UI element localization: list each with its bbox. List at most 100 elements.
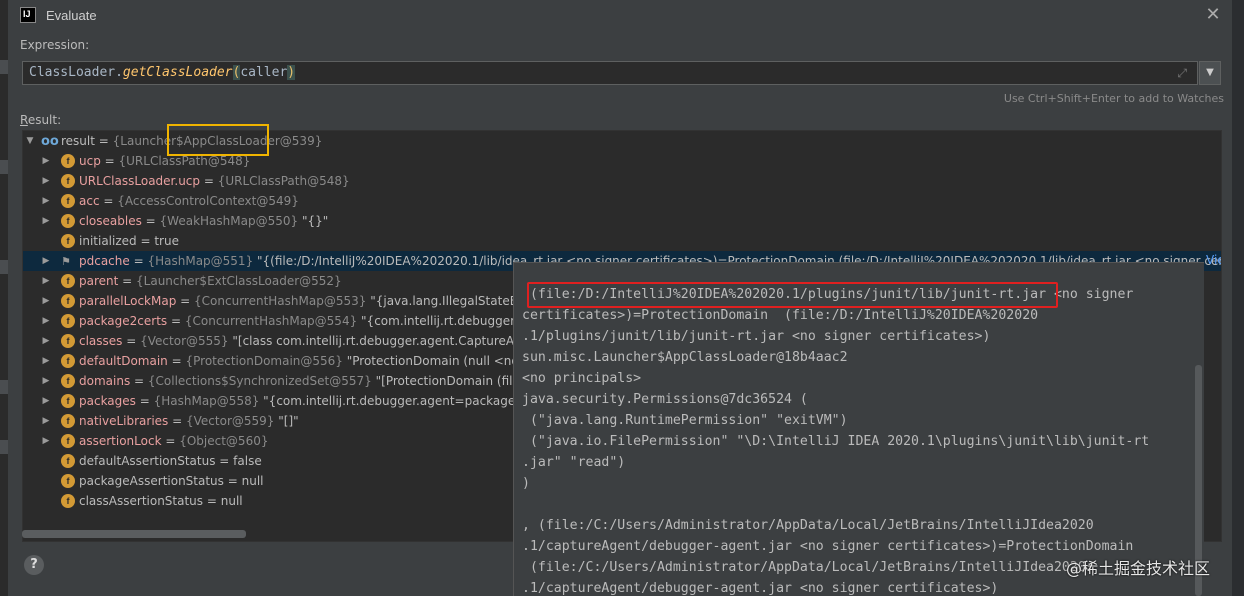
equals-sign: = bbox=[99, 194, 118, 208]
strip-mark bbox=[0, 60, 8, 74]
field-type-value: {Vector@555} bbox=[140, 334, 229, 348]
close-button[interactable]: ✕ bbox=[1202, 4, 1224, 26]
watermark: @稀土掘金技术社区 bbox=[1066, 559, 1211, 578]
background-ide-right-strip bbox=[1232, 0, 1244, 596]
tree-row-text: parent = {Launcher$ExtClassLoader@552} bbox=[79, 274, 342, 288]
field-name: domains bbox=[79, 374, 131, 388]
expand-arrow-icon[interactable]: ▶ bbox=[41, 196, 51, 206]
tree-row-text: assertionLock = {Object@560} bbox=[79, 434, 268, 448]
expression-text: ClassLoader.getClassLoader(caller) bbox=[29, 65, 296, 80]
expand-arrow-icon[interactable]: ▶ bbox=[41, 276, 51, 286]
tooltip-line: certificates>)=ProtectionDomain (file:/D… bbox=[522, 308, 1039, 323]
tree-row-text: defaultDomain = {ProtectionDomain@556} "… bbox=[79, 354, 532, 368]
tree-row-text: nativeLibraries = {Vector@559} "[]" bbox=[79, 414, 299, 428]
tree-row-text: defaultAssertionStatus = false bbox=[79, 454, 262, 468]
equals-sign: = bbox=[200, 174, 218, 188]
field-icon: f bbox=[61, 334, 75, 348]
result-label: Result: bbox=[20, 113, 62, 127]
equals-sign: = bbox=[167, 314, 185, 328]
equals-sign: = bbox=[118, 274, 137, 288]
field-icon: f bbox=[61, 354, 75, 368]
tooltip-line: <no principals> bbox=[522, 371, 642, 386]
field-name: package2certs bbox=[79, 314, 168, 328]
expand-arrow-icon[interactable]: ▶ bbox=[41, 156, 51, 166]
table-row[interactable]: ▶ f acc = {AccessControlContext@549} bbox=[23, 191, 1221, 211]
field-type-value: {WeakHashMap@550} bbox=[159, 214, 299, 228]
field-icon: f bbox=[61, 394, 75, 408]
expand-arrow-icon[interactable]: ▶ bbox=[41, 376, 51, 386]
expression-input[interactable]: ClassLoader.getClassLoader(caller) ⤢ bbox=[22, 61, 1198, 85]
field-type-value: {HashMap@558} bbox=[153, 394, 260, 408]
equals-sign: = bbox=[136, 234, 155, 248]
field-name: closeables bbox=[79, 214, 142, 228]
equals-sign: = bbox=[135, 394, 154, 408]
field-name: packageAssertionStatus bbox=[79, 474, 224, 488]
equals-sign: = bbox=[215, 454, 234, 468]
equals-sign: = bbox=[203, 494, 221, 508]
field-string-value: false bbox=[233, 454, 262, 468]
help-button[interactable]: ? bbox=[24, 555, 44, 575]
field-name: classes bbox=[79, 334, 123, 348]
field-type-value: {URLClassPath@548} bbox=[118, 154, 251, 168]
field-icon: f bbox=[61, 314, 75, 328]
expand-arrow-icon[interactable]: ▶ bbox=[41, 336, 51, 346]
tooltip-line: , (file:/C:/Users/Administrator/AppData/… bbox=[522, 518, 1094, 533]
field-string-value: null bbox=[220, 494, 243, 508]
add-to-watches-hint: Use Ctrl+Shift+Enter to add to Watches bbox=[1003, 92, 1224, 105]
expand-arrow-icon[interactable]: ▶ bbox=[41, 256, 51, 266]
annotation-box-yellow bbox=[167, 124, 269, 156]
field-name: nativeLibraries bbox=[79, 414, 169, 428]
expand-arrow-icon[interactable]: ▶ bbox=[41, 416, 51, 426]
tooltip-line: java.security.Permissions@7dc36524 ( bbox=[522, 392, 808, 407]
table-row[interactable]: f initialized = true bbox=[23, 231, 1221, 251]
view-link[interactable]: View bbox=[1206, 253, 1221, 267]
expand-arrow-icon[interactable]: ▶ bbox=[41, 356, 51, 366]
tooltip-line: .1/plugins/junit/lib/junit-rt.jar <no si… bbox=[522, 329, 991, 344]
title-bar: IJ Evaluate ✕ bbox=[8, 0, 1232, 30]
table-row[interactable]: ▶ f closeables = {WeakHashMap@550} "{}" bbox=[23, 211, 1221, 231]
field-type-value: {ConcurrentHashMap@553} bbox=[194, 294, 367, 308]
field-name: acc bbox=[79, 194, 100, 208]
field-name: URLClassLoader.ucp bbox=[79, 174, 201, 188]
field-icon: f bbox=[61, 494, 75, 508]
equals-sign: = bbox=[129, 254, 148, 268]
collapse-arrow-icon[interactable]: ▼ bbox=[25, 136, 35, 146]
annotation-box-red bbox=[527, 282, 1058, 308]
expand-arrow-icon[interactable]: ▶ bbox=[41, 176, 51, 186]
expand-arrow-icon[interactable]: ▶ bbox=[41, 296, 51, 306]
horizontal-scrollbar[interactable] bbox=[22, 530, 246, 538]
field-icon: f bbox=[61, 194, 75, 208]
expression-label: Expression: bbox=[20, 38, 90, 52]
field-type-value: {Object@560} bbox=[179, 434, 269, 448]
watch-flag-icon: ⚑ bbox=[61, 254, 71, 268]
field-type-value: {HashMap@551} bbox=[147, 254, 254, 268]
field-type-value: {ProtectionDomain@556} bbox=[185, 354, 343, 368]
tree-row-text: closeables = {WeakHashMap@550} "{}" bbox=[79, 214, 328, 228]
field-string-value: "{}" bbox=[298, 214, 329, 228]
background-ide-strip bbox=[0, 0, 8, 596]
equals-sign: = bbox=[94, 134, 113, 148]
field-string-value: "[class com.intellij.rt.debugger.agent.C… bbox=[228, 334, 542, 348]
field-name: defaultDomain bbox=[79, 354, 168, 368]
expand-arrow-icon[interactable]: ▶ bbox=[41, 396, 51, 406]
table-row[interactable]: ▶ f URLClassLoader.ucp = {URLClassPath@548… bbox=[23, 171, 1221, 191]
expand-arrow-icon[interactable]: ▶ bbox=[41, 436, 51, 446]
equals-sign: = bbox=[141, 214, 160, 228]
strip-mark bbox=[0, 160, 8, 174]
expand-arrow-icon[interactable]: ▶ bbox=[41, 316, 51, 326]
field-string-value: true bbox=[154, 234, 179, 248]
expand-editor-icon[interactable]: ⤢ bbox=[1177, 66, 1187, 81]
field-icon: f bbox=[61, 454, 75, 468]
field-name: assertionLock bbox=[79, 434, 162, 448]
expand-arrow-icon[interactable]: ▶ bbox=[41, 216, 51, 226]
window-title: Evaluate bbox=[46, 7, 97, 23]
field-type-value: {AccessControlContext@549} bbox=[117, 194, 299, 208]
field-type-value: {ConcurrentHashMap@554} bbox=[184, 314, 358, 328]
tree-row-text: URLClassLoader.ucp = {URLClassPath@548} bbox=[79, 174, 350, 188]
field-name: parallelLockMap bbox=[79, 294, 177, 308]
expression-history-dropdown[interactable]: ▼ bbox=[1199, 61, 1221, 85]
equals-sign: = bbox=[122, 334, 141, 348]
field-name: classAssertionStatus bbox=[79, 494, 204, 508]
tooltip-line: .1/captureAgent/debugger-agent.jar <no s… bbox=[522, 581, 999, 596]
tree-row-text: acc = {AccessControlContext@549} bbox=[79, 194, 299, 208]
